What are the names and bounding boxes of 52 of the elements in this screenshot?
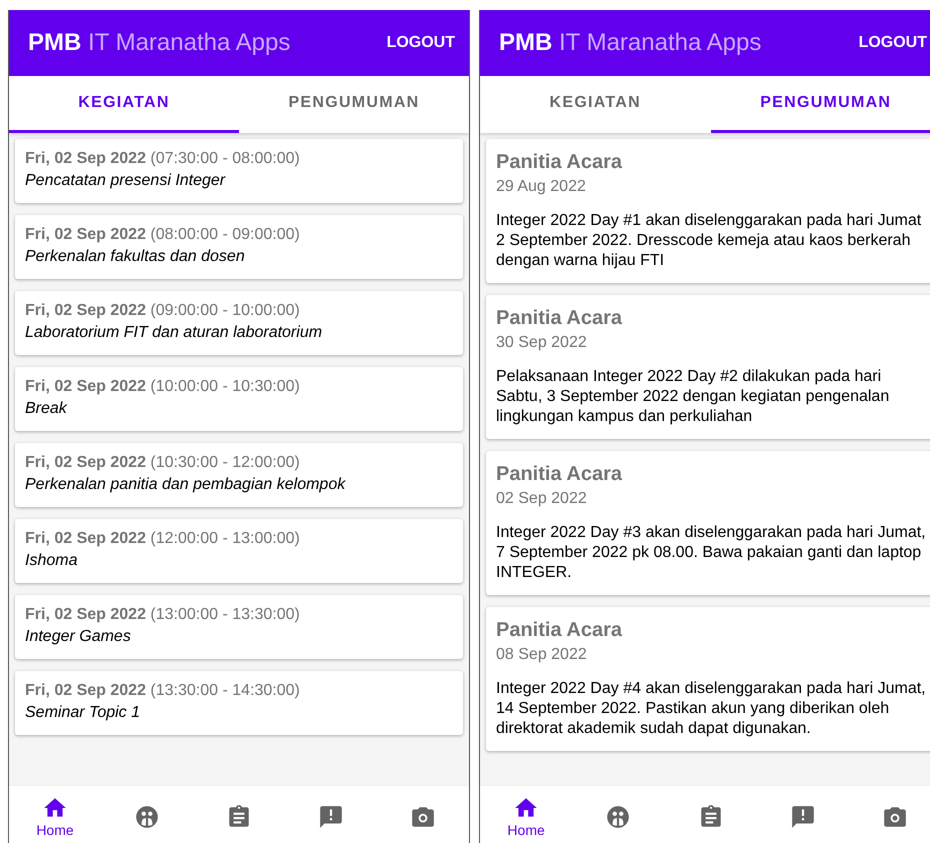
nav-home-tab[interactable]: Home: [9, 786, 101, 843]
event-card[interactable]: Fri, 02 Sep 2022 (13:00:00 - 13:30:00) Integer Games: [15, 595, 463, 659]
event-card[interactable]: Fri, 02 Sep 2022 (08:00:00 - 09:00:00) Perkenalan fakultas dan dosen: [15, 215, 463, 279]
event-title: Break: [25, 399, 68, 419]
event-card[interactable]: Fri, 02 Sep 2022 (12:00:00 - 13:00:00) Ishoma: [15, 519, 463, 583]
logout-button[interactable]: LOGOUT: [386, 31, 455, 55]
tab[interactable]: PENGUMUMAN: [239, 76, 469, 133]
event-time: Fri, 02 Sep 2022 (09:00:00 - 10:00:00): [25, 301, 301, 321]
announcement-author: Panitia Acara: [496, 618, 624, 642]
announcement-date: 08 Sep 2022: [496, 645, 588, 665]
event-time: Fri, 02 Sep 2022 (07:30:00 - 08:00:00): [25, 149, 301, 169]
event-title: Pencatatan presensi Integer: [25, 171, 226, 191]
tab[interactable]: KEGIATAN: [480, 76, 710, 133]
event-title: Ishoma: [25, 551, 78, 571]
announcement-text: Integer 2022 Day #1 akan diselenggarakan pada hari Jumat 2 September 2022. Dresscode kemeja atau kaos berkerah dengan warna hijau FTI: [496, 211, 922, 271]
event-title: Perkenalan panitia dan pembagian kelompok: [25, 475, 347, 495]
event-card[interactable]: Fri, 02 Sep 2022 (10:30:00 - 12:00:00) Perkenalan panitia dan pembagian kelompok: [15, 443, 463, 507]
announcement-date: 02 Sep 2022: [496, 489, 588, 509]
message-alert-icon: [318, 804, 344, 830]
event-title: Perkenalan fakultas dan dosen: [25, 247, 246, 267]
nav-home-tab[interactable]: Home: [480, 786, 572, 843]
event-title: Laboratorium FIT dan aturan laboratorium: [25, 323, 324, 343]
announcement-author: Panitia Acara: [496, 150, 624, 174]
announcement-text: Integer 2022 Day #4 akan diselenggarakan pada hari Jumat, 14 September 2022. Pastikan akun yang diberikan oleh direktorat akademik sudah dapat digunakan.: [496, 679, 927, 739]
event-time: Fri, 02 Sep 2022 (10:30:00 - 12:00:00): [25, 453, 301, 473]
event-time: Fri, 02 Sep 2022 (12:00:00 - 13:00:00): [25, 529, 301, 549]
event-card[interactable]: Fri, 02 Sep 2022 (07:30:00 - 08:00:00) Pencatatan presensi Integer: [15, 139, 463, 203]
announcement-card[interactable]: Panitia Acara 30 Sep 2022 Pelaksanaan Integer 2022 Day #2 dilakukan pada hari Sabtu, 3 September 2022 dengan kegiatan pengenalan lingkungan kampus dan perkuliahan: [486, 295, 930, 439]
announcement-card[interactable]: Panitia Acara 02 Sep 2022 Integer 2022 Day #3 akan diselenggarakan pada hari Jumat, 7 September 2022 pk 08.00. Bawa pakaian ganti dan laptop INTEGER.: [486, 451, 930, 595]
announcement-card[interactable]: Panitia Acara 08 Sep 2022 Integer 2022 Day #4 akan diselenggarakan pada hari Jumat, 14 September 2022. Pastikan akun yang diberikan oleh direktorat akademik sudah dapat digunakan.: [486, 607, 930, 751]
people-icon: [605, 804, 632, 830]
app-title: PMB IT Maranatha Apps: [499, 28, 762, 58]
announcement-author: Panitia Acara: [496, 306, 624, 330]
event-title: Seminar Topic 1: [25, 703, 142, 723]
logout-button[interactable]: LOGOUT: [858, 31, 927, 55]
event-card[interactable]: Fri, 02 Sep 2022 (13:30:00 - 14:30:00) Seminar Topic 1: [15, 671, 463, 735]
event-time: Fri, 02 Sep 2022 (08:00:00 - 09:00:00): [25, 225, 301, 245]
app-title: PMB IT Maranatha Apps: [28, 28, 290, 58]
event-time: Fri, 02 Sep 2022 (10:00:00 - 10:30:00): [25, 377, 301, 397]
event-time: Fri, 02 Sep 2022 (13:30:00 - 14:30:00): [25, 681, 301, 701]
event-title: Integer Games: [25, 627, 132, 647]
event-time: Fri, 02 Sep 2022 (13:00:00 - 13:30:00): [25, 605, 301, 625]
event-card[interactable]: Fri, 02 Sep 2022 (10:00:00 - 10:30:00) Break: [15, 367, 463, 431]
event-card[interactable]: Fri, 02 Sep 2022 (09:00:00 - 10:00:00) Laboratorium FIT dan aturan laboratorium: [15, 291, 463, 355]
announcement-card[interactable]: Panitia Acara 29 Aug 2022 Integer 2022 Day #1 akan diselenggarakan pada hari Jumat 2 September 2022. Dresscode kemeja atau kaos berkerah dengan warna hijau FTI: [486, 139, 930, 283]
message-alert-icon: [790, 804, 816, 830]
announcement-date: 29 Aug 2022: [496, 177, 587, 197]
announcement-text: Pelaksanaan Integer 2022 Day #2 dilakukan pada hari Sabtu, 3 September 2022 dengan kegiatan pengenalan lingkungan kampus dan perkuliahan: [496, 367, 890, 427]
people-icon: [134, 804, 160, 830]
announcement-text: Integer 2022 Day #3 akan diselenggarakan pada hari Jumat, 7 September 2022 pk 08.00. Bawa pakaian ganti dan laptop INTEGER.: [496, 523, 927, 583]
announcement-author: Panitia Acara: [496, 462, 624, 486]
announcement-date: 30 Sep 2022: [496, 333, 588, 353]
